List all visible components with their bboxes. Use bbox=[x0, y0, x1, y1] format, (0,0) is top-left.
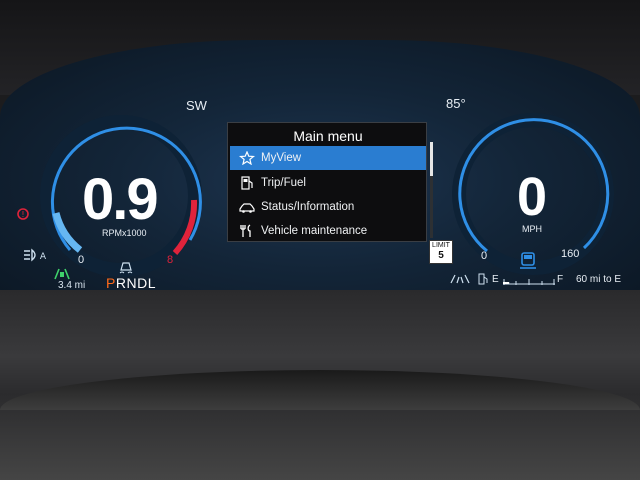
svg-text:A: A bbox=[40, 252, 47, 262]
gear-n: N bbox=[126, 275, 138, 291]
outside-temperature: 85° bbox=[446, 96, 466, 111]
speed-limit-sign: LIMIT 5 bbox=[429, 240, 453, 264]
fuel-pump-icon bbox=[241, 176, 253, 190]
speedometer-min-label: 0 bbox=[481, 250, 488, 262]
main-menu-title: Main menu bbox=[293, 128, 363, 144]
fuel-full-label: F bbox=[557, 274, 564, 285]
dashboard-trim bbox=[0, 290, 640, 480]
menu-scrollbar-thumb[interactable] bbox=[430, 142, 433, 176]
menu-item-label: MyView bbox=[261, 152, 302, 164]
rpm-readout: 0.9 bbox=[82, 167, 159, 232]
steering-wheel-rim bbox=[0, 370, 640, 410]
star-icon bbox=[239, 151, 255, 165]
fuel-gauge-icon bbox=[478, 273, 488, 285]
brake-warning-icon: ! bbox=[17, 208, 29, 220]
range-to-empty: 60 mi to E bbox=[576, 274, 622, 285]
gear-d: D bbox=[137, 275, 148, 291]
speedometer-max-label: 160 bbox=[561, 248, 580, 260]
gear-r: R bbox=[115, 275, 127, 291]
fuel-level-gauge bbox=[503, 279, 555, 285]
lane-keeping-icon bbox=[54, 268, 70, 280]
compass-heading: SW bbox=[186, 98, 207, 113]
headlamp-auto-icon: A bbox=[24, 248, 47, 262]
speed-limit-label: LIMIT bbox=[432, 242, 450, 249]
svg-text:!: ! bbox=[21, 210, 24, 219]
main-menu: Main menu MyView Trip/Fuel Status/Inform… bbox=[227, 122, 427, 242]
speed-unit-label: MPH bbox=[522, 224, 542, 234]
speed-limit-value: 5 bbox=[438, 250, 444, 261]
menu-item-label: Vehicle maintenance bbox=[261, 225, 368, 237]
fuel-level-fill bbox=[503, 282, 510, 284]
gear-selector: PRNDL bbox=[106, 275, 156, 291]
tachometer-max-label: 8 bbox=[167, 254, 174, 266]
wrench-icon bbox=[240, 224, 251, 237]
speed-readout: 0 bbox=[517, 167, 548, 227]
gear-p: P bbox=[106, 275, 116, 291]
menu-item-status-information[interactable]: Status/Information bbox=[230, 195, 426, 219]
driver-assist-icon bbox=[450, 274, 470, 284]
vehicle-ahead-icon bbox=[520, 252, 536, 269]
menu-item-trip-fuel[interactable]: Trip/Fuel bbox=[230, 171, 426, 195]
menu-item-label: Status/Information bbox=[261, 201, 355, 213]
car-icon bbox=[239, 203, 255, 213]
menu-item-myview[interactable]: MyView bbox=[230, 146, 426, 170]
fuel-empty-label: E bbox=[492, 274, 499, 285]
rpm-unit-label: RPMx1000 bbox=[102, 228, 147, 238]
traction-control-icon bbox=[119, 262, 133, 274]
tachometer-min-label: 0 bbox=[78, 254, 85, 266]
gear-l: L bbox=[147, 275, 157, 291]
menu-item-label: Trip/Fuel bbox=[261, 177, 306, 189]
menu-item-vehicle-maintenance[interactable]: Vehicle maintenance bbox=[230, 219, 426, 243]
